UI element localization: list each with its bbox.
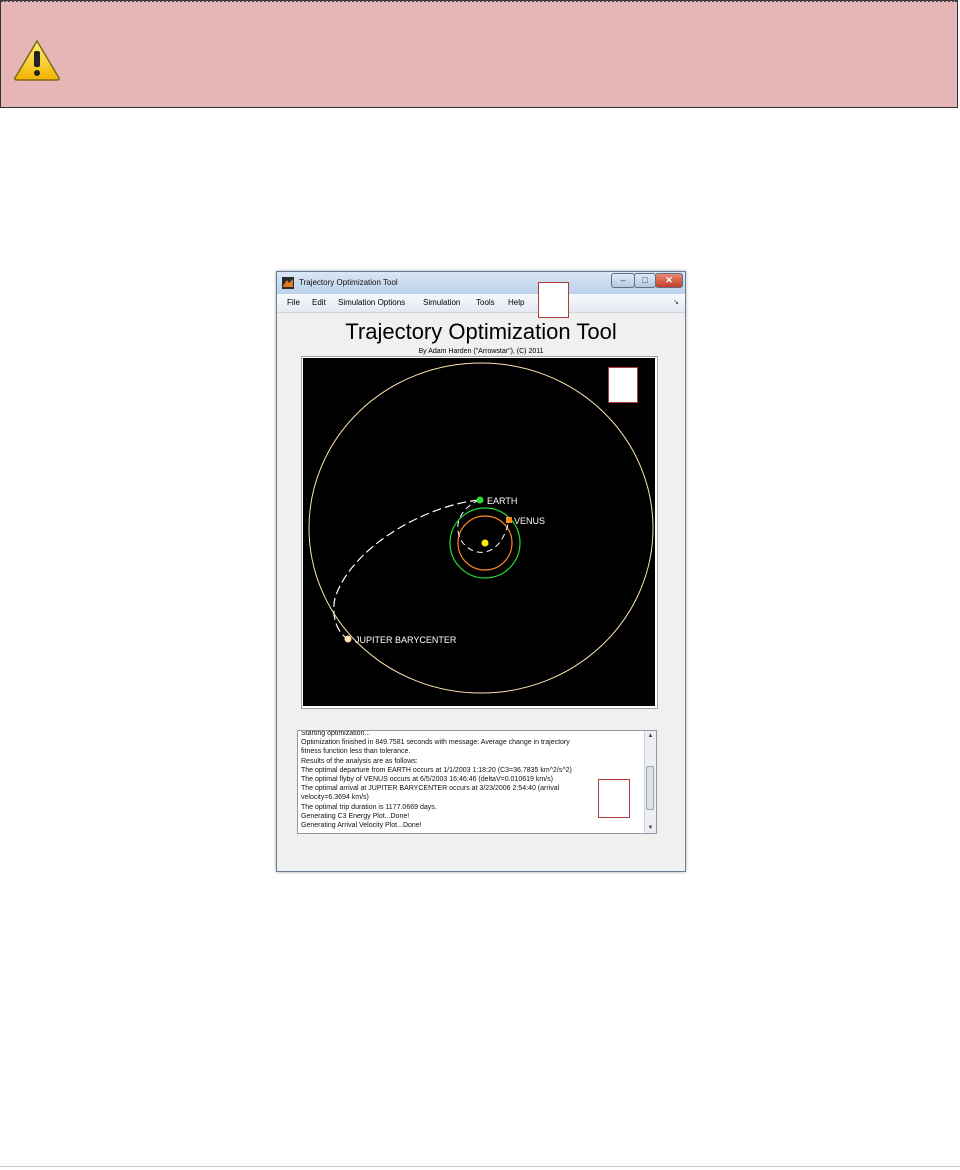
close-button[interactable]: ✕ bbox=[655, 273, 683, 288]
console-line: The optimal arrival at JUPITER BARYCENTE… bbox=[301, 785, 560, 793]
scroll-up-arrow-icon[interactable]: ▲ bbox=[645, 731, 656, 741]
console-line: Optimization finished in 849.7581 second… bbox=[301, 739, 570, 747]
menu-dock-icon[interactable]: ↘ bbox=[673, 298, 679, 306]
footer-divider bbox=[0, 1166, 960, 1167]
author-credit: By Adam Harden ("Arrowstar"), (C) 2011 bbox=[418, 348, 544, 355]
console-line: Generating Arrival Velocity Plot...Done! bbox=[301, 822, 422, 830]
console-line: The optimal trip duration is 1177.0669 d… bbox=[301, 803, 437, 811]
venus-label: VENUS bbox=[514, 516, 545, 526]
console-line: velocity=6.3694 km/s) bbox=[301, 794, 369, 802]
earth-label: EARTH bbox=[487, 496, 517, 506]
console-text: Starting optimization... Optimization fi… bbox=[301, 730, 641, 830]
menu-bar: File Edit Simulation Options Simulation … bbox=[277, 294, 685, 313]
sun-marker bbox=[481, 539, 489, 547]
menu-simulation-options[interactable]: Simulation Options bbox=[338, 298, 405, 307]
window-title: Trajectory Optimization Tool bbox=[299, 278, 398, 287]
jupiter-marker[interactable] bbox=[344, 635, 352, 643]
callout-box-plot bbox=[608, 367, 638, 403]
minimize-button[interactable]: – bbox=[611, 273, 635, 288]
menu-tools[interactable]: Tools bbox=[476, 298, 495, 307]
console-line: Starting optimization... bbox=[301, 730, 371, 737]
page-title: Trajectory Optimization Tool bbox=[345, 319, 617, 344]
venus-marker[interactable] bbox=[506, 517, 512, 523]
dotted-border bbox=[1, 0, 957, 2]
maximize-button[interactable]: □ bbox=[634, 273, 656, 288]
console-line: The optimal flyby of VENUS occurs at 6/5… bbox=[301, 776, 553, 784]
callout-box-console bbox=[598, 779, 630, 818]
matlab-app-icon bbox=[282, 277, 294, 289]
earth-marker[interactable] bbox=[476, 496, 484, 504]
warning-icon bbox=[14, 39, 60, 81]
trajectory-plot[interactable]: EARTH VENUS JUPITER BARYCENTER bbox=[303, 358, 655, 706]
console-line: The optimal departure from EARTH occurs … bbox=[301, 766, 572, 774]
console-line: Generating C3 Energy Plot...Done! bbox=[301, 812, 410, 820]
console-line: Results of the analysis are as follows: bbox=[301, 757, 418, 765]
menu-simulation[interactable]: Simulation bbox=[423, 298, 460, 307]
menu-help[interactable]: Help bbox=[508, 298, 524, 307]
jupiter-label: JUPITER BARYCENTER bbox=[355, 635, 457, 645]
scroll-down-arrow-icon[interactable]: ▼ bbox=[645, 823, 656, 833]
console-line: fitness function less than tolerance. bbox=[301, 748, 411, 756]
app-window: Trajectory Optimization Tool – □ ✕ File … bbox=[276, 271, 686, 872]
scroll-thumb[interactable] bbox=[646, 766, 654, 810]
menu-edit[interactable]: Edit bbox=[312, 298, 326, 307]
menu-file[interactable]: File bbox=[287, 298, 300, 307]
title-bar[interactable]: Trajectory Optimization Tool – □ ✕ bbox=[277, 272, 685, 294]
warning-banner bbox=[0, 0, 958, 108]
callout-box-menu bbox=[538, 282, 569, 318]
console-scrollbar[interactable]: ▲ ▼ bbox=[644, 731, 656, 833]
